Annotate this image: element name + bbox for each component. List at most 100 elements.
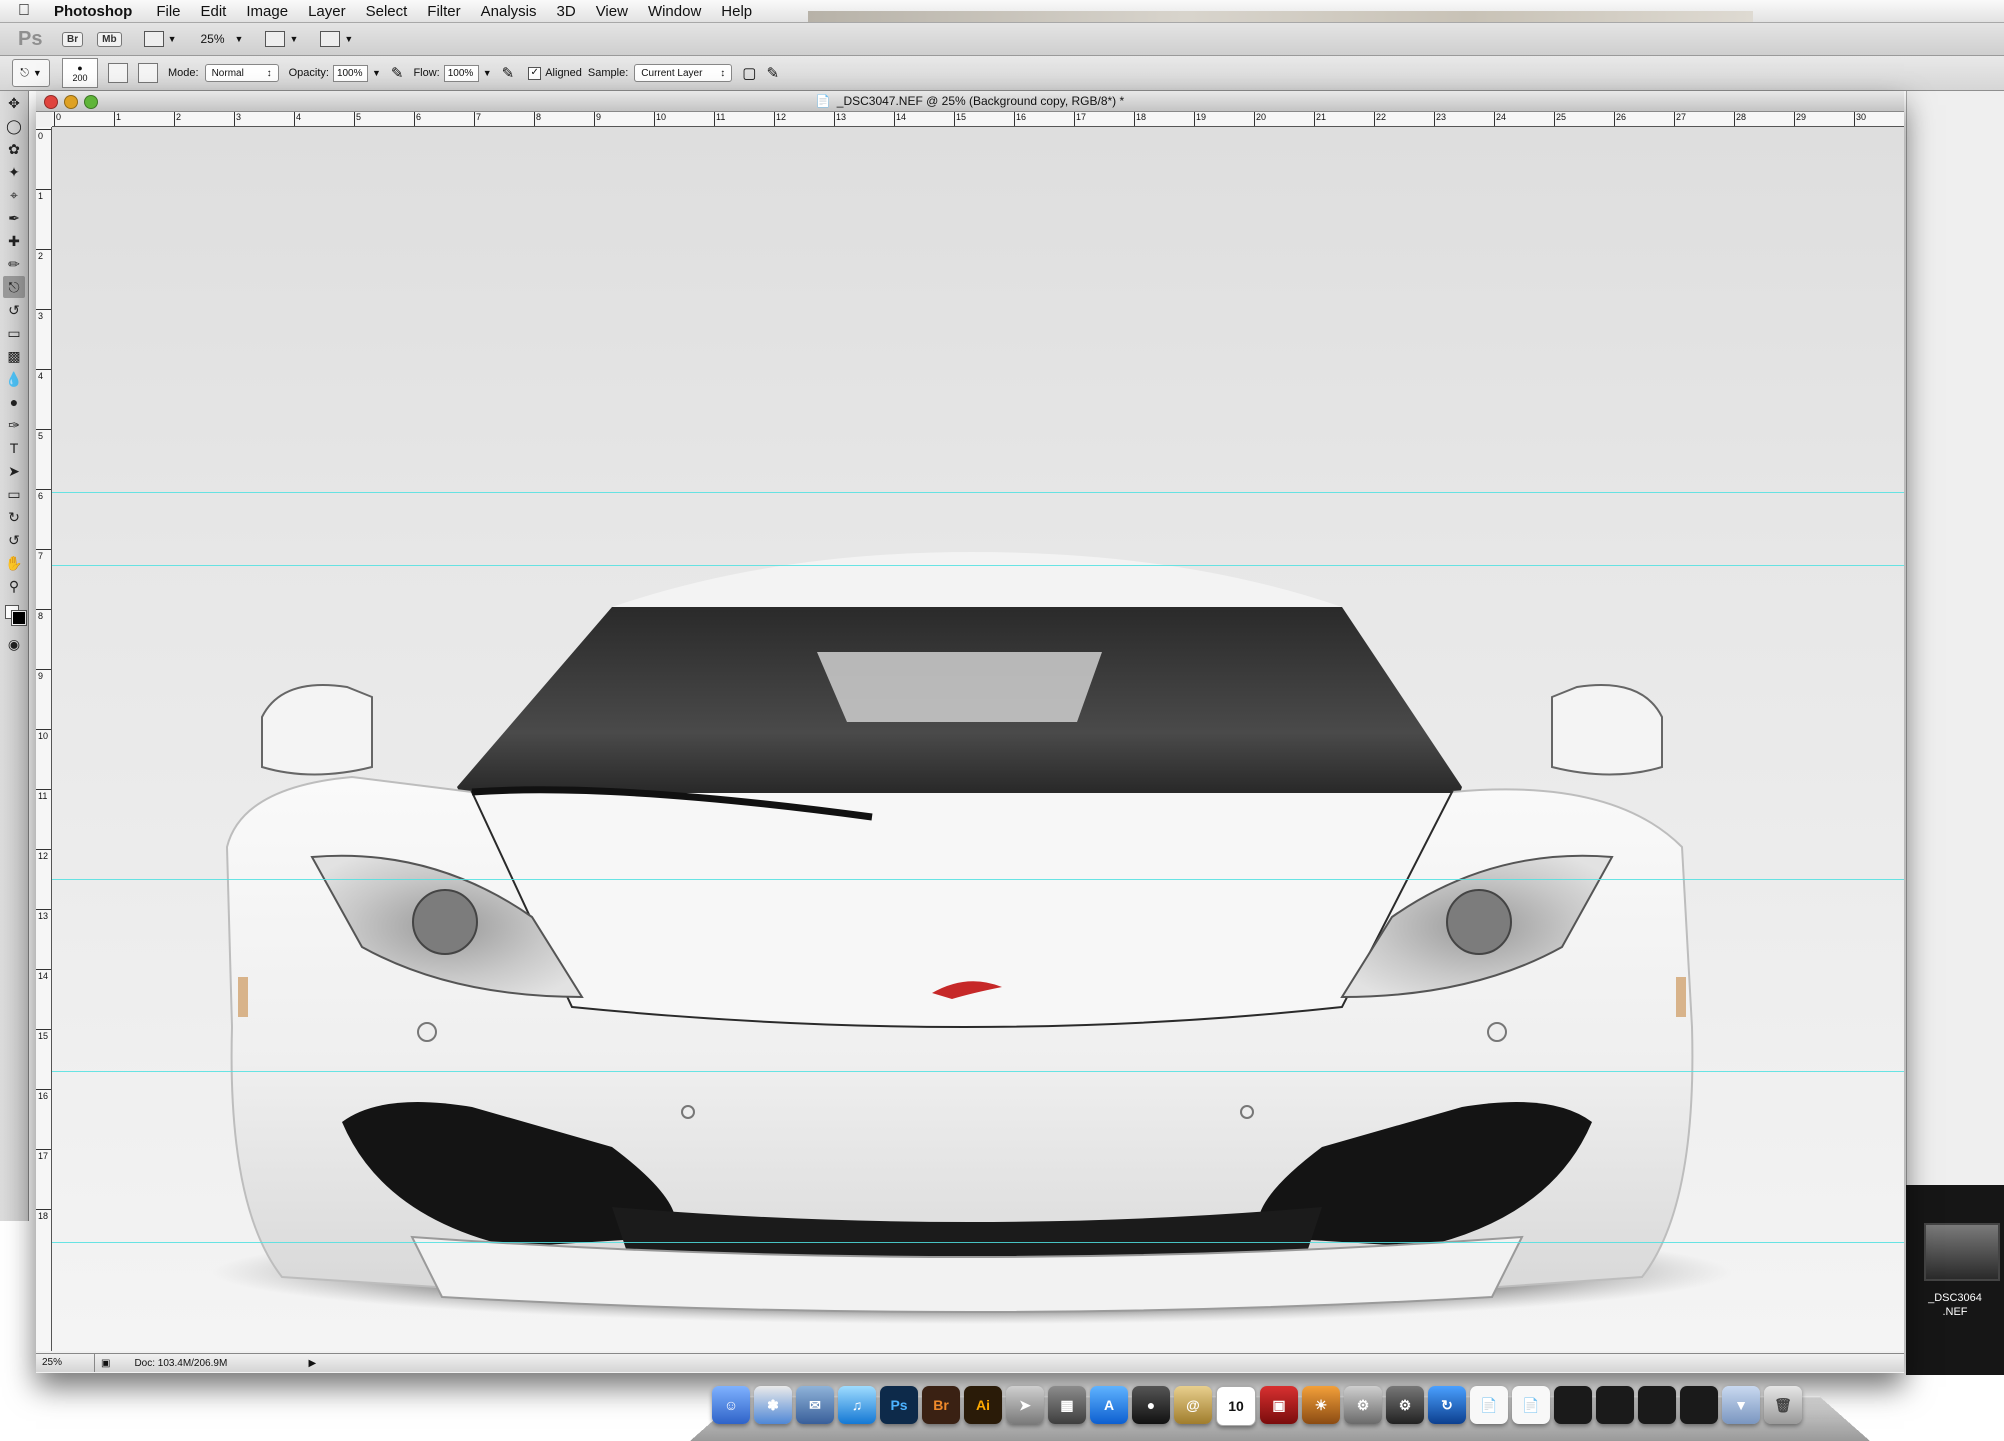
lasso-tool-icon[interactable]: ✿ [3,138,25,160]
status-menu-arrow-icon[interactable]: ▶ [308,1358,316,1369]
zoom-window-button[interactable] [84,95,98,109]
menu-window[interactable]: Window [648,3,701,20]
document-icon[interactable]: 📄 [1512,1386,1550,1424]
itunes-icon[interactable]: ♫ [838,1386,876,1424]
sample-select[interactable]: Current Layer ↕ [634,64,733,82]
3d-rotate-tool-icon[interactable]: ↻ [3,506,25,528]
app-menu[interactable]: Photoshop [54,3,132,20]
rocket-app-icon[interactable]: ➤ [1006,1386,1044,1424]
minimize-window-button[interactable] [64,95,78,109]
pressure-size-icon[interactable]: ✎ [766,64,779,82]
screen-mode-icon[interactable] [320,31,341,47]
arrange-documents-icon[interactable] [265,31,286,47]
menu-layer[interactable]: Layer [308,3,346,20]
view-extras-icon[interactable] [143,31,164,47]
steam-icon[interactable]: ⚙ [1386,1386,1424,1424]
history-brush-tool-icon[interactable]: ↺ [3,299,25,321]
opacity-slider-toggle[interactable]: ▼ [372,68,381,78]
launch-bridge-button[interactable]: Br [62,31,84,47]
menu-filter[interactable]: Filter [427,3,460,20]
chevron-down-icon[interactable]: ▼ [344,34,353,44]
minimized-window-icon[interactable] [1554,1386,1592,1424]
guide-line[interactable] [52,492,1904,493]
quick-mask-icon[interactable]: ◉ [3,633,25,655]
move-tool-icon[interactable]: ✥ [3,92,25,114]
brush-panel-toggle-icon[interactable] [108,63,128,83]
3d-orbit-tool-icon[interactable]: ↺ [3,529,25,551]
facetime-icon[interactable]: ● [1132,1386,1170,1424]
illustrator-dock-icon[interactable]: Ai [964,1386,1002,1424]
document-icon[interactable]: 📄 [1470,1386,1508,1424]
launch-mini-bridge-button[interactable]: Mb [97,31,122,47]
apple-icon[interactable]:  [18,2,40,20]
iphoto-icon[interactable]: ☀ [1302,1386,1340,1424]
horizontal-ruler[interactable]: 0 1 2 3 4 5 6 7 8 9 10 11 12 13 14 15 16 17 18 19 20 21 22 23 24… [52,112,1904,127]
mode-select[interactable]: Normal ↕ [204,64,279,82]
airbrush-icon[interactable]: ✎ [502,64,515,82]
menu-edit[interactable]: Edit [201,3,227,20]
path-selection-tool-icon[interactable]: ➤ [3,460,25,482]
crop-tool-icon[interactable]: ⌖ [3,184,25,206]
blur-tool-icon[interactable]: 💧 [3,368,25,390]
status-bar-icon[interactable]: ▣ [101,1358,110,1369]
zoom-level-select[interactable]: 25% ▼ [201,32,244,46]
foreground-color-swatch[interactable] [11,610,27,626]
menu-view[interactable]: View [596,3,628,20]
rectangle-tool-icon[interactable]: ▭ [3,483,25,505]
marquee-tool-icon[interactable]: ◯ [3,115,25,137]
system-preferences-icon[interactable]: ⚙ [1344,1386,1382,1424]
guide-line[interactable] [52,1242,1904,1243]
brush-tool-icon[interactable]: ✏ [3,253,25,275]
menu-image[interactable]: Image [246,3,288,20]
brush-preset-picker[interactable]: ● 200 [62,58,98,88]
gradient-tool-icon[interactable]: ▩ [3,345,25,367]
background-document-window[interactable] [1906,91,2004,1373]
clone-stamp-tool-icon[interactable]: ⎋ [3,276,25,298]
pen-tool-icon[interactable]: ✑ [3,414,25,436]
menu-select[interactable]: Select [366,3,408,20]
mail-icon[interactable]: ✉ [796,1386,834,1424]
downloads-stack-icon[interactable]: ▼ [1722,1386,1760,1424]
chevron-down-icon[interactable]: ▼ [289,34,298,44]
thumbnail[interactable] [1924,1223,2000,1281]
ignore-adjustment-layers-icon[interactable]: ▢ [742,64,756,82]
menu-3d[interactable]: 3D [557,3,576,20]
document-title-bar[interactable]: 📄 _DSC3047.NEF @ 25% (Background copy, R… [36,91,1904,112]
flow-slider-toggle[interactable]: ▼ [483,68,492,78]
photoshop-dock-icon[interactable]: Ps [880,1386,918,1424]
aligned-checkbox[interactable]: ✓ [528,66,542,80]
trash-icon[interactable]: 🗑 [1764,1386,1802,1424]
vertical-ruler[interactable]: 0 1 2 3 4 5 6 7 8 9 10 11 12 13 14 15 16 17 18 [36,127,52,1351]
pressure-opacity-icon[interactable]: ✎ [391,64,404,82]
menu-help[interactable]: Help [721,3,752,20]
menu-analysis[interactable]: Analysis [481,3,537,20]
address-book-icon[interactable]: @ [1174,1386,1212,1424]
dodge-tool-icon[interactable]: ● [3,391,25,413]
eyedropper-tool-icon[interactable]: ✒ [3,207,25,229]
preview-icon[interactable]: ▦ [1048,1386,1086,1424]
minimized-window-icon[interactable] [1680,1386,1718,1424]
calendar-icon[interactable]: 10 [1216,1386,1256,1426]
finder-icon[interactable]: ☺ [712,1386,750,1424]
minimized-window-icon[interactable] [1596,1386,1634,1424]
zoom-tool-icon[interactable]: ⚲ [3,575,25,597]
healing-brush-tool-icon[interactable]: ✚ [3,230,25,252]
chevron-down-icon[interactable]: ▼ [168,34,177,44]
guide-line[interactable] [52,565,1904,566]
time-machine-icon[interactable]: ↻ [1428,1386,1466,1424]
clone-source-panel-toggle-icon[interactable] [138,63,158,83]
status-zoom-field[interactable]: 25% [36,1354,95,1372]
color-swatches[interactable] [3,603,27,627]
bridge-dock-icon[interactable]: Br [922,1386,960,1424]
type-tool-icon[interactable]: T [3,437,25,459]
photo-booth-icon[interactable]: ▣ [1260,1386,1298,1424]
tool-preset-picker[interactable]: ⎋ ▼ [12,59,50,87]
eraser-tool-icon[interactable]: ▭ [3,322,25,344]
app-store-icon[interactable]: A [1090,1386,1128,1424]
guide-line[interactable] [52,1071,1904,1072]
menu-file[interactable]: File [156,3,180,20]
close-window-button[interactable] [44,95,58,109]
opacity-field[interactable]: 100% [332,64,368,82]
flow-field[interactable]: 100% [443,64,479,82]
hand-tool-icon[interactable]: ✋ [3,552,25,574]
